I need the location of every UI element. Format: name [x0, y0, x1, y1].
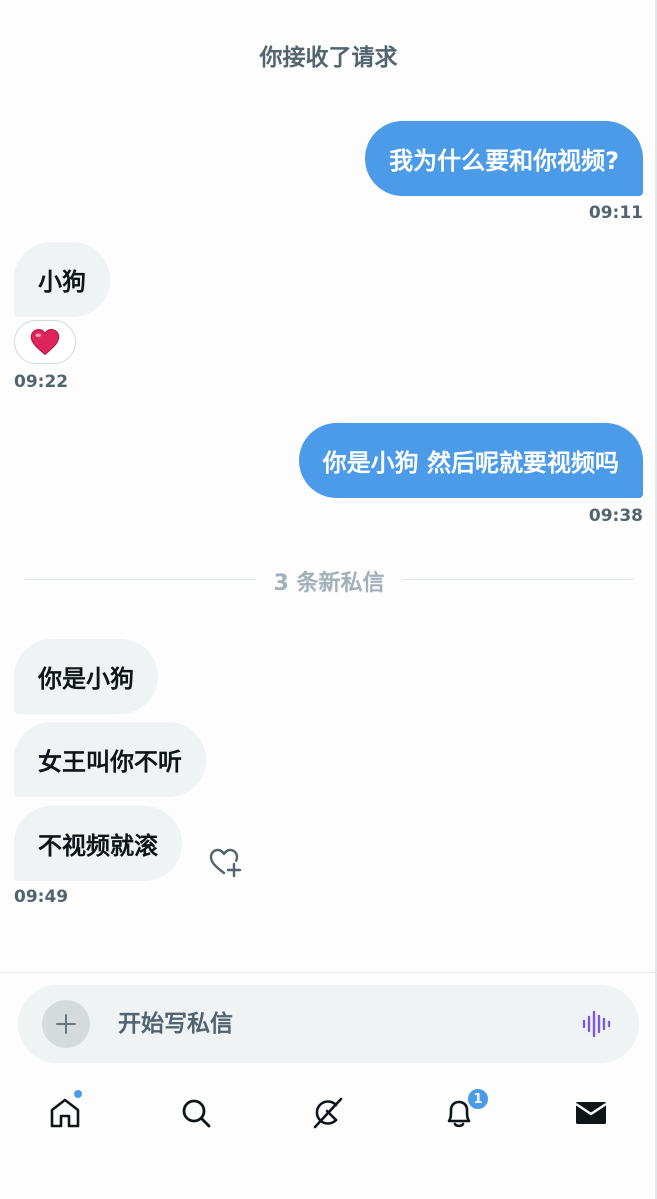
message-input[interactable] [118, 1005, 548, 1043]
heart-reaction[interactable] [14, 320, 76, 364]
tab-messages[interactable] [566, 1088, 616, 1138]
add-reaction-button[interactable] [208, 846, 244, 880]
plus-icon [56, 1014, 76, 1034]
message-bubble-outgoing[interactable]: 我为什么要和你视频? [365, 121, 643, 196]
new-messages-divider: 3 条新私信 [24, 565, 634, 596]
tab-grok[interactable] [303, 1088, 353, 1138]
home-unread-dot [73, 1089, 83, 1099]
heart-icon [30, 328, 60, 356]
message-timestamp: 09:38 [588, 506, 643, 526]
message-bubble-incoming[interactable]: 不视频就滚 [14, 806, 182, 881]
add-media-button[interactable] [42, 1000, 90, 1048]
message-bubble-incoming[interactable]: 女王叫你不听 [14, 722, 206, 797]
divider-line [402, 579, 634, 580]
mail-icon [575, 1102, 607, 1124]
notification-count-badge: 1 [466, 1087, 490, 1111]
message-timestamp: 09:11 [588, 203, 643, 223]
voice-message-button[interactable] [580, 1008, 612, 1040]
message-timestamp: 09:49 [14, 887, 69, 907]
message-bubble-incoming[interactable]: 你是小狗 [14, 639, 158, 714]
grok-icon [313, 1097, 343, 1129]
message-bubble-incoming[interactable]: 小狗 [14, 242, 110, 317]
new-messages-label: 3 条新私信 [273, 571, 385, 596]
dm-conversation-screen: 你接收了请求 我为什么要和你视频? 09:11 小狗 09:22 你是小狗 然后… [0, 0, 657, 1199]
message-bubble-outgoing[interactable]: 你是小狗 然后呢就要视频吗 [298, 423, 643, 498]
heart-plus-icon [209, 848, 242, 878]
request-accepted-notice: 你接收了请求 [259, 45, 398, 71]
composer-separator [0, 972, 657, 973]
tab-search[interactable] [171, 1088, 221, 1138]
message-timestamp: 09:22 [14, 372, 69, 392]
waveform-icon [582, 1010, 611, 1038]
search-icon [182, 1099, 211, 1128]
message-composer [18, 985, 639, 1063]
home-icon [50, 1098, 80, 1128]
bottom-navigation [0, 1080, 657, 1150]
